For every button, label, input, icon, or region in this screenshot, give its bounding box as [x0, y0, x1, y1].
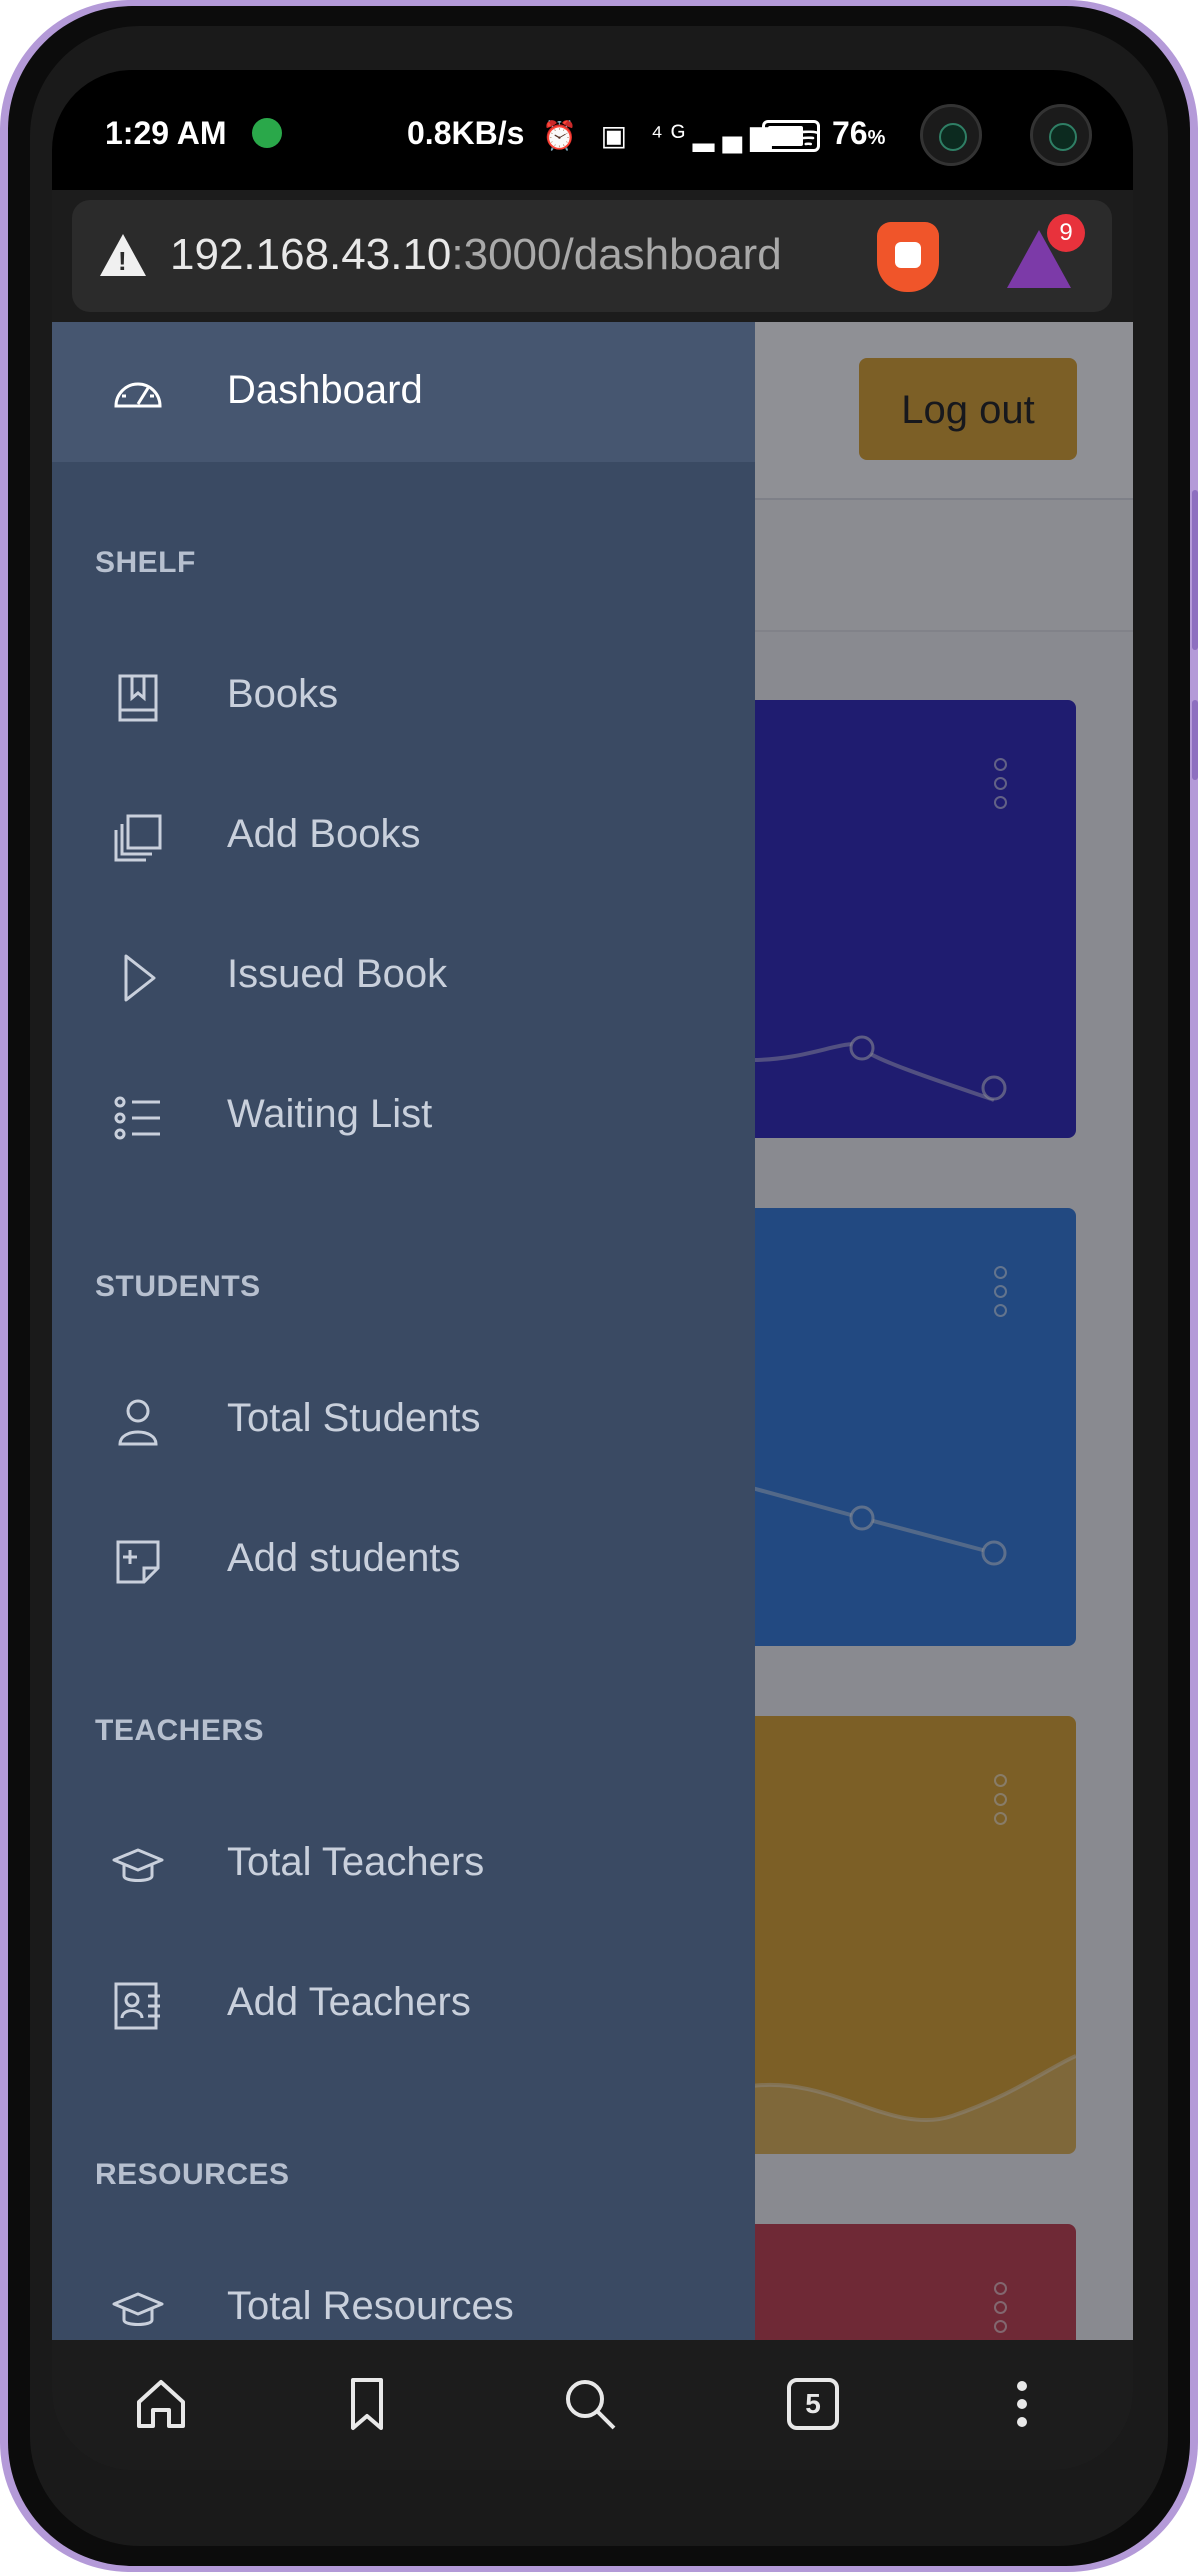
contact-card-icon [114, 1982, 160, 2030]
browser-bottom-bar: 5 [52, 2340, 1133, 2470]
sidebar-item-total-teachers[interactable]: Total Teachers [52, 1794, 755, 1934]
sidebar-item-waiting-list[interactable]: Waiting List [52, 1046, 755, 1186]
speedometer-icon [114, 382, 162, 408]
sidebar-item-label: Issued Book [227, 952, 448, 996]
copy-stack-icon [114, 814, 162, 862]
sidebar-item-add-teachers[interactable]: Add Teachers [52, 1934, 755, 2074]
person-icon [118, 1399, 158, 1446]
sidebar-item-label: Dashboard [227, 368, 423, 412]
list-icon [114, 1096, 160, 1140]
battery-icon [762, 120, 820, 152]
front-camera-icon [920, 104, 982, 166]
power-button [1192, 490, 1198, 650]
address-bar[interactable]: 192.168.43.10:3000/dashboard 9 [72, 200, 1112, 312]
not-secure-warning-icon[interactable] [100, 234, 146, 277]
play-icon [124, 954, 156, 1002]
sidebar-item-issued-book[interactable]: Issued Book [52, 906, 755, 1046]
sidebar-item-total-resources[interactable]: Total Resources [52, 2238, 755, 2352]
bookmark-icon[interactable] [337, 2374, 397, 2434]
rewards-badge: 9 [1047, 214, 1085, 252]
status-time: 1:29 AM [105, 115, 227, 151]
section-header-teachers: TEACHERS [95, 1714, 265, 1747]
home-icon[interactable] [131, 2374, 191, 2434]
url-text[interactable]: 192.168.43.10:3000/dashboard [170, 230, 782, 280]
sidebar-item-total-students[interactable]: Total Students [52, 1350, 755, 1490]
sidebar-item-label: Add Teachers [227, 1980, 471, 2024]
book-icon [118, 674, 158, 722]
sidebar-item-label: Total Students [227, 1396, 481, 1440]
section-header-resources: RESOURCES [95, 2158, 290, 2191]
android-notification-icon [252, 118, 282, 148]
graduation-cap-icon [112, 1848, 164, 1882]
note-add-icon [116, 1540, 160, 1584]
tab-switcher-button[interactable]: 5 [787, 2378, 839, 2430]
search-icon[interactable] [560, 2374, 620, 2434]
brave-shields-icon[interactable] [877, 222, 939, 292]
sidebar-item-label: Total Resources [227, 2284, 514, 2328]
sidebar-item-books[interactable]: Books [52, 626, 755, 766]
sidebar-item-label: Total Teachers [227, 1840, 485, 1884]
volume-button [1192, 700, 1198, 780]
graduation-cap-icon [112, 2292, 164, 2326]
battery-percent: 76% [832, 115, 886, 151]
front-camera-icon [1030, 104, 1092, 166]
sidebar-item-add-books[interactable]: Add Books [52, 766, 755, 906]
sidebar-item-label: Add students [227, 1536, 461, 1580]
browser-toolbar: 192.168.43.10:3000/dashboard 9 [52, 190, 1133, 322]
section-header-students: STUDENTS [95, 1270, 261, 1303]
net-speed: 0.8KB/s [407, 115, 525, 151]
screen: 1:29 AM 0.8KB/s ⏰ ▣ ⁴ᴳ▂▄▆ ᯤ 76% 192.168.… [52, 70, 1133, 2470]
sidebar: Dashboard SHELF Books Add Books Issued B… [52, 322, 755, 2352]
sidebar-item-label: Books [227, 672, 339, 716]
web-page: Log out Dashboard SHELF Books Add Books … [52, 322, 1133, 2352]
sidebar-item-label: Waiting List [227, 1092, 433, 1136]
more-menu-icon[interactable] [992, 2374, 1052, 2434]
sidebar-item-dashboard[interactable]: Dashboard [52, 322, 755, 462]
section-header-shelf: SHELF [95, 546, 196, 579]
sidebar-item-add-students[interactable]: Add students [52, 1490, 755, 1630]
sidebar-item-label: Add Books [227, 812, 421, 856]
status-bar: 1:29 AM 0.8KB/s ⏰ ▣ ⁴ᴳ▂▄▆ ᯤ 76% [52, 70, 1133, 195]
